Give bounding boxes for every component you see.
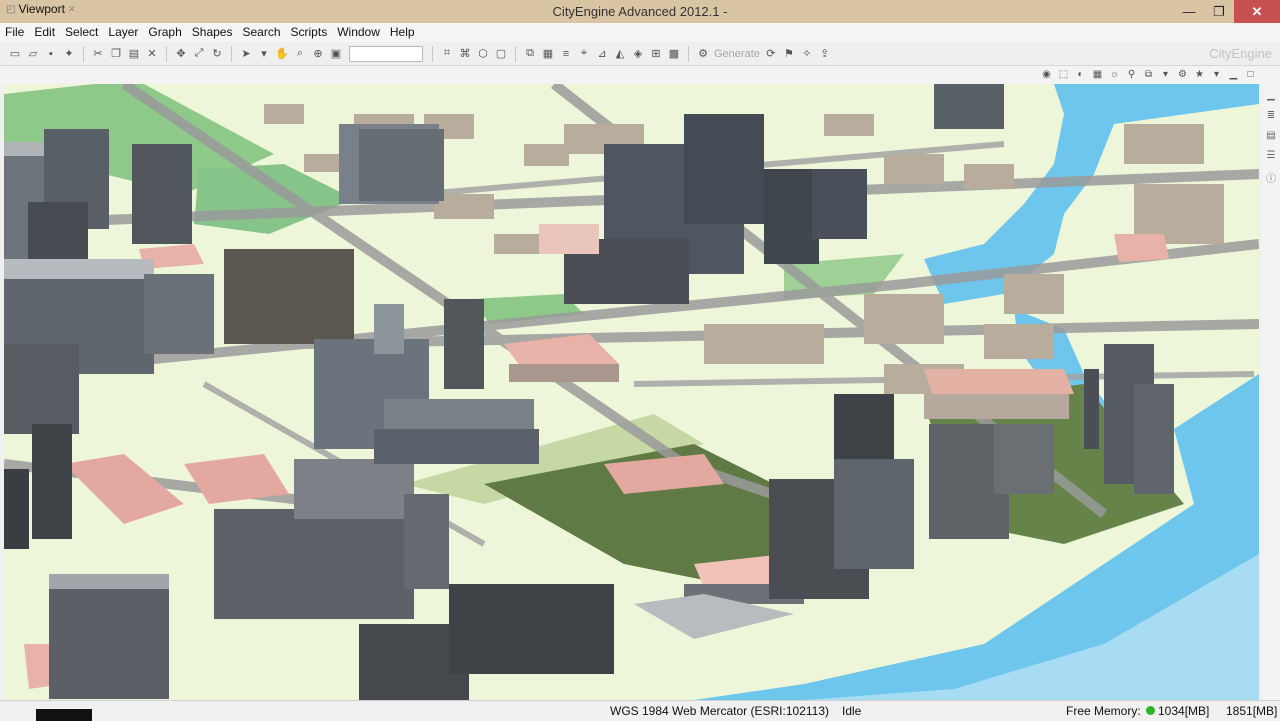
bookmarks-icon[interactable]: ⚲ xyxy=(1124,67,1139,82)
window-title: CityEngine Advanced 2012.1 - xyxy=(552,4,728,19)
main-toolbar: ▭ ▱ ▪ ✦ ✂ ❐ ▤ ✕ ✥ ⤢ ↻ ➤ ▾ ✋ ⌕ ⊕ ▣ ⌗ ⌘ ⬡ … xyxy=(0,42,1280,66)
shading-icon[interactable]: ◐ xyxy=(1073,67,1088,82)
menu-layer[interactable]: Layer xyxy=(103,23,143,42)
star-icon[interactable]: ★ xyxy=(1192,67,1207,82)
layers-toggle-icon[interactable]: ⧉ xyxy=(1141,67,1156,82)
status-bar: WGS 1984 Web Mercator (ESRI:102113) Idle… xyxy=(0,700,1280,721)
menu-edit[interactable]: Edit xyxy=(29,23,60,42)
paste-icon[interactable]: ▤ xyxy=(126,46,142,62)
outline-icon[interactable]: ≣ xyxy=(1264,110,1278,124)
memory-used: 1034[MB] xyxy=(1158,704,1210,718)
cut-icon[interactable]: ✂ xyxy=(90,46,106,62)
dropdown-arrow-icon[interactable]: ▾ xyxy=(256,46,272,62)
measure-icon[interactable]: ⊿ xyxy=(594,46,610,62)
snap-icon[interactable]: ⌖ xyxy=(576,46,592,62)
new-icon[interactable]: ▭ xyxy=(7,46,23,62)
maximize-button[interactable]: ❐ xyxy=(1204,0,1234,23)
city-scene xyxy=(4,84,1259,700)
align-icon[interactable]: ≡ xyxy=(558,46,574,62)
texture-toggle-icon[interactable]: ▦ xyxy=(1090,67,1105,82)
wireframe-icon[interactable]: ⬚ xyxy=(1056,67,1071,82)
settings-icon[interactable]: ⚙ xyxy=(1175,67,1190,82)
maximize-view-icon[interactable]: □ xyxy=(1243,67,1258,82)
frame-icon[interactable]: ▣ xyxy=(328,46,344,62)
delete-icon[interactable]: ✕ xyxy=(144,46,160,62)
menu-shapes[interactable]: Shapes xyxy=(187,23,238,42)
title-bar: CityEngine Advanced 2012.1 - — ❐ ✕ xyxy=(0,0,1280,23)
street-tool-icon[interactable]: ⌗ xyxy=(439,46,455,62)
subdivide-icon[interactable]: ⊞ xyxy=(648,46,664,62)
attributes-icon[interactable]: ⚑ xyxy=(781,46,797,62)
pan-icon[interactable]: ✋ xyxy=(274,46,290,62)
move-icon[interactable]: ✥ xyxy=(173,46,189,62)
regenerate-icon[interactable]: ⟳ xyxy=(763,46,779,62)
lot-tool-icon[interactable]: ⌘ xyxy=(457,46,473,62)
minimize-panel-icon[interactable]: ▁ xyxy=(1264,90,1278,104)
toolbar-separator xyxy=(231,45,232,62)
memory-status-icon xyxy=(1146,706,1155,715)
coordinate-system: WGS 1984 Web Mercator (ESRI:102113) xyxy=(610,704,829,718)
open-icon[interactable]: ▱ xyxy=(25,46,41,62)
free-memory-label: Free Memory: xyxy=(1066,704,1141,718)
memory-total: 1851[MB] xyxy=(1226,704,1278,718)
toolbar-separator xyxy=(515,45,516,62)
layers-icon[interactable]: ⧉ xyxy=(522,46,538,62)
right-side-toolbar: ▁ ≣ ▤ ☰ ⓘ xyxy=(1262,84,1280,700)
view-options-icon[interactable]: ▾ xyxy=(1158,67,1173,82)
status-state: Idle xyxy=(842,704,862,718)
menu-select[interactable]: Select xyxy=(60,23,103,42)
menu-scripts[interactable]: Scripts xyxy=(286,23,333,42)
menu-search[interactable]: Search xyxy=(237,23,285,42)
cleanup-icon[interactable]: ✧ xyxy=(799,46,815,62)
close-button[interactable]: ✕ xyxy=(1234,0,1280,23)
window-controls: — ❐ ✕ xyxy=(1174,0,1280,23)
zoom-icon[interactable]: ⌕ xyxy=(292,46,308,62)
menu-help[interactable]: Help xyxy=(385,23,420,42)
search-input[interactable] xyxy=(349,45,423,62)
dropdown-arrow-icon[interactable]: ▾ xyxy=(1209,67,1224,82)
save-icon[interactable]: ▪ xyxy=(43,46,59,62)
rectangle-tool-icon[interactable]: ▢ xyxy=(493,46,509,62)
lighting-icon[interactable]: ☼ xyxy=(1107,67,1122,82)
generate-icon[interactable]: ⚙ xyxy=(695,46,711,62)
log-icon[interactable]: ☰ xyxy=(1264,150,1278,164)
select-tool-icon[interactable]: ➤ xyxy=(238,46,254,62)
properties-icon[interactable]: ▤ xyxy=(1264,130,1278,144)
camera-icon[interactable]: ◉ xyxy=(1039,67,1054,82)
copy-icon[interactable]: ❐ xyxy=(108,46,124,62)
viewport-toolbar: ◉ ⬚ ◐ ▦ ☼ ⚲ ⧉ ▾ ⚙ ★ ▾ ▁ □ xyxy=(1039,67,1258,82)
viewport-tab[interactable]: ◰ Viewport ✕ xyxy=(2,1,79,17)
menu-window[interactable]: Window xyxy=(332,23,385,42)
toolbar-separator xyxy=(83,45,84,62)
status-progress-area xyxy=(36,709,92,721)
viewport-icon: ◰ xyxy=(6,3,16,15)
terrain-icon[interactable]: ◭ xyxy=(612,46,628,62)
menu-graph[interactable]: Graph xyxy=(143,23,186,42)
shape-icon[interactable]: ◈ xyxy=(630,46,646,62)
texture-icon[interactable]: ▩ xyxy=(666,46,682,62)
generate-button[interactable]: Generate xyxy=(714,48,760,60)
rotate-icon[interactable]: ↻ xyxy=(209,46,225,62)
toolbar-separator xyxy=(166,45,167,62)
orbit-icon[interactable]: ⊕ xyxy=(310,46,326,62)
close-tab-icon[interactable]: ✕ xyxy=(68,4,76,15)
minimize-button[interactable]: — xyxy=(1174,0,1204,23)
wand-icon[interactable]: ✦ xyxy=(61,46,77,62)
toolbar-separator xyxy=(432,45,433,62)
grid-icon[interactable]: ▦ xyxy=(540,46,556,62)
toolbar-separator xyxy=(688,45,689,62)
viewport-tab-label: Viewport xyxy=(18,2,65,16)
info-icon[interactable]: ⓘ xyxy=(1264,170,1278,185)
menu-file[interactable]: File xyxy=(0,23,29,42)
minimize-view-icon[interactable]: ▁ xyxy=(1226,67,1241,82)
menu-bar: File Edit Select Layer Graph Shapes Sear… xyxy=(0,23,1280,42)
scale-icon[interactable]: ⤢ xyxy=(191,46,207,62)
export-icon[interactable]: ⇪ xyxy=(817,46,833,62)
viewport-3d[interactable] xyxy=(4,84,1259,700)
polygon-tool-icon[interactable]: ⬡ xyxy=(475,46,491,62)
brand-watermark: CityEngine xyxy=(1209,46,1272,61)
